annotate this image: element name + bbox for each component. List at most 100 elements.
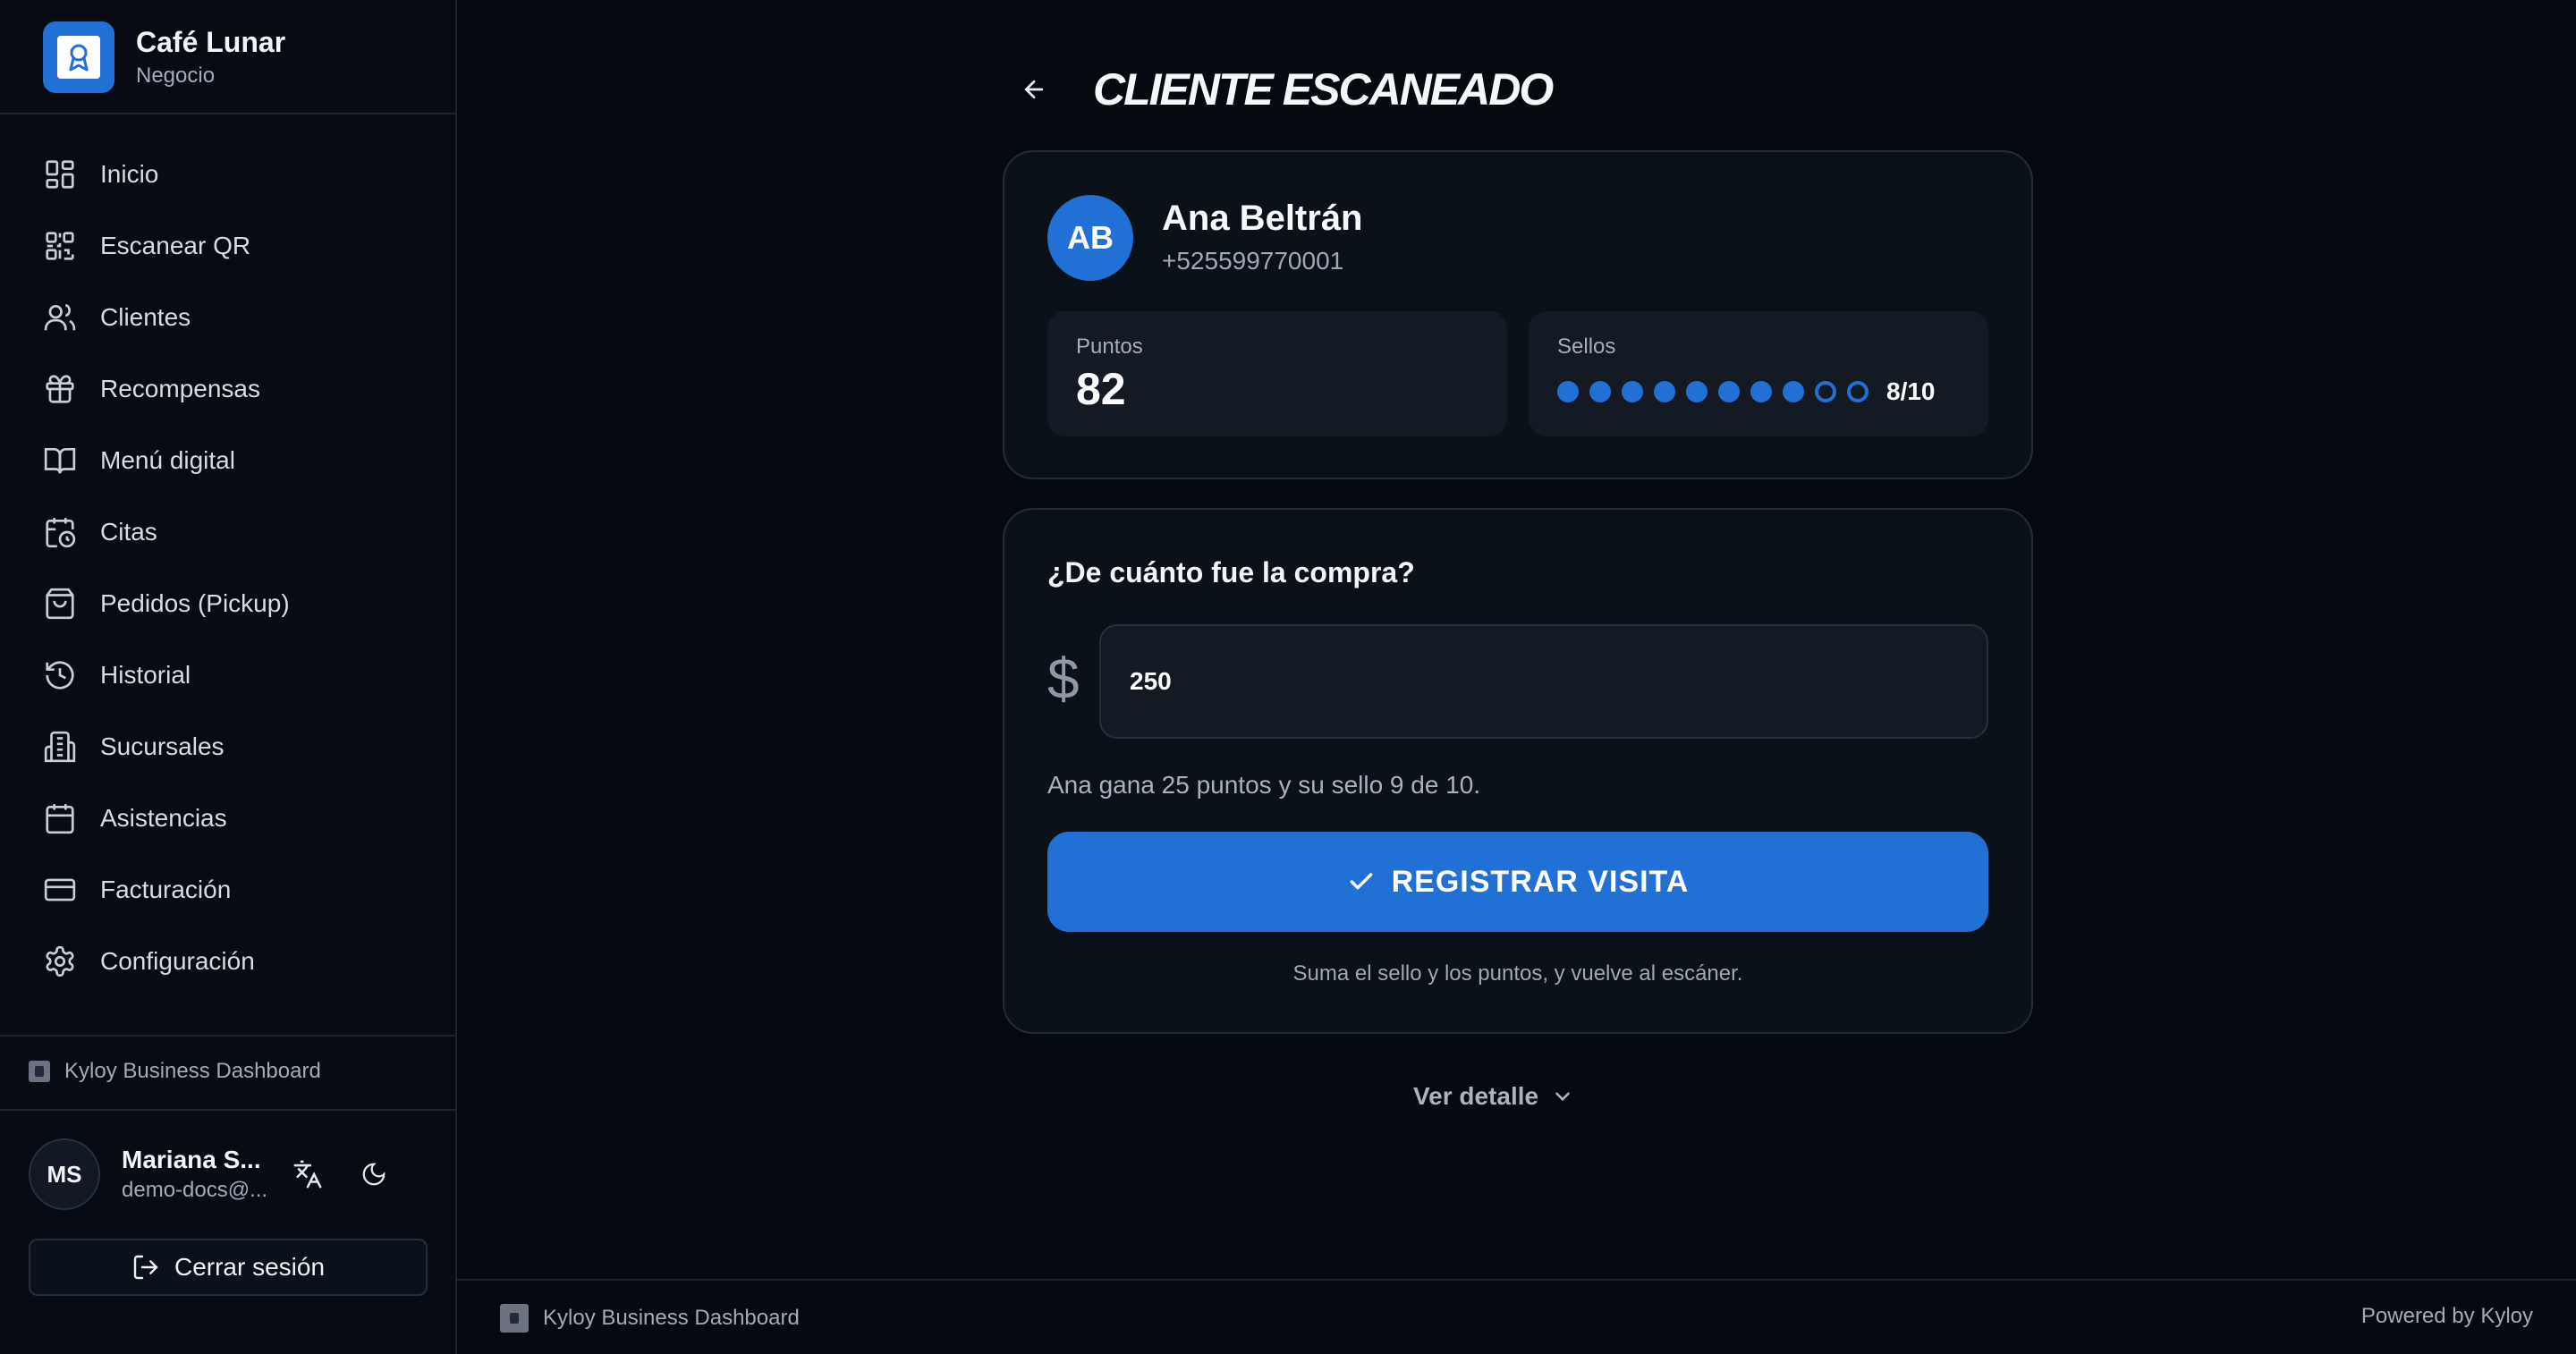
dashboard-grid-icon [46,160,74,189]
moon-icon [362,1163,386,1186]
language-toggle-button[interactable] [283,1149,333,1199]
currency-symbol: $ [1047,647,1080,711]
translate-icon [293,1160,322,1189]
client-avatar: AB [1047,195,1133,281]
sidebar-item-label: Sucursales [100,732,225,760]
qr-code-icon [46,232,74,260]
stamp-filled [1750,381,1772,402]
stamp-filled [1783,381,1804,402]
sidebar-item-label: Facturación [100,876,232,903]
sidebar-item-facturacion[interactable]: Facturación [43,854,428,926]
sidebar-item-configuracion[interactable]: Configuración [43,926,428,997]
sidebar-footer-label: Kyloy Business Dashboard [64,1059,321,1083]
view-detail-label: Ver detalle [1413,1082,1539,1110]
back-button[interactable] [1002,57,1066,122]
avatar[interactable]: MS [29,1138,100,1210]
footer-brand-label: Kyloy Business Dashboard [543,1306,800,1330]
stamp-filled [1686,381,1707,402]
sidebar-item-label: Clientes [100,303,191,331]
theme-toggle-button[interactable] [349,1149,399,1199]
points-stat: Puntos 82 [1047,311,1507,436]
sidebar-item-label: Escanear QR [100,232,251,259]
chevron-down-icon [1555,1092,1570,1102]
arrow-left-icon [1024,80,1044,99]
gear-icon [46,945,74,977]
stamp-filled [1622,381,1643,402]
purchase-question: ¿De cuánto fue la compra? [1047,556,1415,588]
sidebar-item-label: Citas [100,518,157,546]
history-icon [46,661,74,690]
stamp-filled [1718,381,1740,402]
register-hint: Suma el sello y los puntos, y vuelve al … [1292,961,1743,986]
points-label: Puntos [1076,334,1143,359]
page-footer: Kyloy Business Dashboard Powered by Kylo… [457,1279,2576,1354]
kyloy-logo-icon [29,1061,50,1082]
client-phone: +525599770001 [1162,247,1344,275]
sidebar-item-label: Pedidos (Pickup) [100,589,290,617]
sidebar-item-sucursales[interactable]: Sucursales [43,711,428,783]
user-email: demo-docs@... [122,1178,268,1202]
sidebar: Café Lunar Negocio Inicio Escanear QR Cl… [0,0,457,1354]
credit-card-icon [44,878,76,901]
sidebar-item-clientes[interactable]: Clientes [43,282,428,353]
register-visit-label: REGISTRAR VISITA [1391,864,1690,899]
divider [0,1035,455,1037]
calendar-clock-icon [46,518,76,548]
amount-input[interactable] [1099,624,1988,739]
user-name: Mariana S... [122,1146,261,1173]
stamps-stat: Sellos 8/10 [1529,311,1988,436]
purchase-card: ¿De cuánto fue la compra? $ Ana gana 25 … [1003,508,2033,1034]
sidebar-item-label: Asistencias [100,804,227,832]
stamp-filled [1557,381,1579,402]
points-value: 82 [1076,364,1126,414]
brand-subtitle: Negocio [136,63,216,88]
sidebar-item-menu-digital[interactable]: Menú digital [43,425,428,496]
sidebar-item-label: Configuración [100,947,255,975]
sidebar-item-label: Historial [100,661,191,689]
calendar-icon [46,804,74,834]
brand[interactable]: Café Lunar Negocio [43,21,285,93]
book-open-icon [44,447,76,474]
sidebar-item-recompensas[interactable]: Recompensas [43,353,428,425]
building-icon [44,731,76,763]
stamp-filled [1589,381,1611,402]
page-title: CLIENTE ESCANEADO [1093,64,1554,114]
check-icon [1350,873,1373,890]
view-detail-toggle[interactable]: Ver detalle [1413,1082,1574,1111]
award-ribbon-icon [43,21,114,93]
user-profile: MS Mariana S... demo-docs@... [29,1138,431,1210]
users-icon [44,303,76,331]
sidebar-item-escanear-qr[interactable]: Escanear QR [43,210,428,282]
logout-icon [133,1255,158,1280]
gain-summary: Ana gana 25 puntos y su sello 9 de 10. [1047,771,1481,799]
stamps-label: Sellos [1557,334,1616,359]
kyloy-logo-icon [500,1304,529,1333]
register-visit-button[interactable]: REGISTRAR VISITA [1047,832,1988,932]
sidebar-item-label: Recompensas [100,375,260,402]
sidebar-item-asistencias[interactable]: Asistencias [43,783,428,854]
sidebar-brand-footer: Kyloy Business Dashboard [29,1059,321,1084]
brand-name: Café Lunar [136,26,286,58]
sidebar-item-label: Inicio [100,160,159,188]
gift-icon [46,375,74,403]
shopping-bag-icon [46,588,74,620]
sidebar-item-citas[interactable]: Citas [43,496,428,568]
sidebar-item-label: Menú digital [100,446,235,474]
stamp-filled [1654,381,1675,402]
client-card: AB Ana Beltrán +525599770001 Puntos 82 S… [1003,150,2033,479]
sidebar-nav: Inicio Escanear QR Clientes Recompensas … [43,139,428,997]
stamps-progress: 8/10 [1557,377,1936,406]
logout-button[interactable]: Cerrar sesión [29,1239,428,1296]
divider [0,1109,455,1111]
client-name: Ana Beltrán [1162,199,1363,238]
page-header: CLIENTE ESCANEADO [1002,54,1554,125]
footer-powered-by: Powered by Kyloy [2360,1304,2533,1328]
logout-label: Cerrar sesión [174,1253,326,1281]
sidebar-item-historial[interactable]: Historial [43,639,428,711]
stamp-empty [1847,381,1868,402]
sidebar-item-pedidos[interactable]: Pedidos (Pickup) [43,568,428,639]
stamp-empty [1815,381,1836,402]
stamps-count: 8/10 [1886,377,1936,405]
sidebar-item-inicio[interactable]: Inicio [43,139,428,210]
divider [0,113,455,114]
